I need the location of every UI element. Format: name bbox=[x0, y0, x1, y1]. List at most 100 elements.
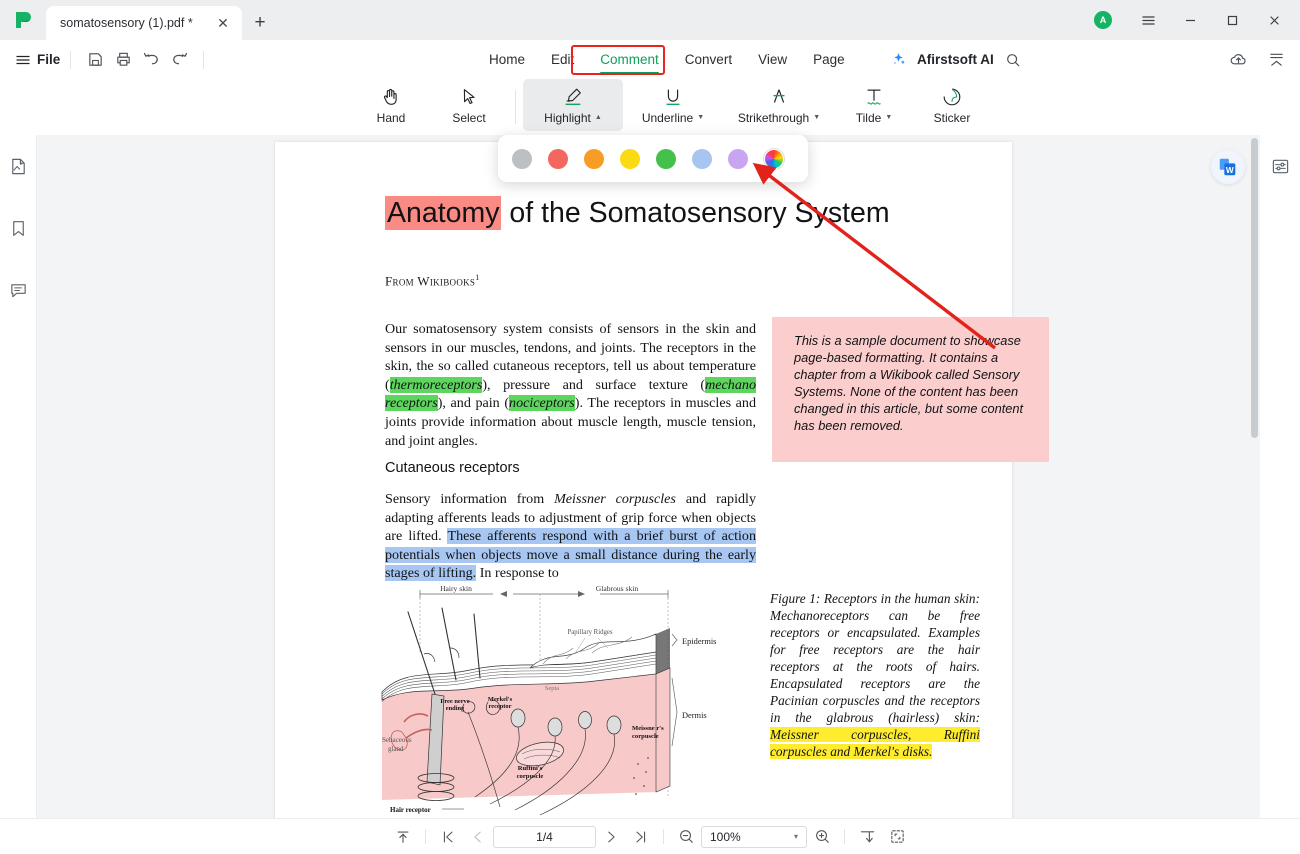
page-number-input[interactable]: 1/4 bbox=[493, 825, 596, 848]
figure-1-skin-anatomy-diagram: Hairy skin Glabrous skin Epidermis Dermi… bbox=[380, 582, 725, 819]
redo-icon[interactable] bbox=[165, 46, 193, 74]
document-paragraph-1: Our somatosensory system consists of sen… bbox=[385, 320, 756, 450]
tool-strikethrough-label: Strikethrough ▼ bbox=[738, 111, 820, 125]
search-button[interactable] bbox=[1005, 40, 1021, 79]
ai-assistant-button[interactable]: Afirstsoft AI bbox=[890, 40, 994, 79]
left-sidebar bbox=[0, 135, 36, 819]
next-page-button[interactable] bbox=[596, 824, 626, 850]
zoom-level-select[interactable]: 100% ▾ bbox=[701, 825, 807, 848]
highlight-color-popup bbox=[498, 135, 808, 182]
tab-view[interactable]: View bbox=[747, 45, 798, 74]
right-sidebar bbox=[1260, 135, 1300, 819]
tab-page[interactable]: Page bbox=[802, 45, 856, 74]
properties-panel-icon bbox=[1272, 159, 1288, 173]
previous-page-button[interactable] bbox=[463, 824, 493, 850]
tab-home[interactable]: Home bbox=[478, 45, 536, 74]
pdf-to-word-badge[interactable]: W bbox=[1211, 150, 1245, 184]
tilde-icon bbox=[867, 89, 881, 105]
tool-highlight-text: Highlight bbox=[544, 110, 591, 125]
chevron-up-icon[interactable]: ▲ bbox=[595, 114, 602, 121]
text-run: ), and pain ( bbox=[437, 395, 510, 412]
sidebar-item-bookmarks[interactable] bbox=[0, 207, 36, 249]
fit-width-button[interactable] bbox=[852, 824, 882, 850]
sidebar-item-thumbnails[interactable] bbox=[0, 145, 36, 187]
properties-panel-button[interactable] bbox=[1260, 145, 1300, 187]
document-title: Anatomy of the Somatosensory System bbox=[385, 196, 985, 230]
hamburger-menu-icon[interactable] bbox=[1128, 3, 1168, 37]
label-meissner-corpuscle: Meissne r's bbox=[632, 725, 664, 732]
minimize-button[interactable] bbox=[1170, 3, 1210, 37]
title-highlighted-word: Anatomy bbox=[385, 196, 502, 230]
first-page-button[interactable] bbox=[433, 824, 463, 850]
callout-text: This is a sample document to showcase pa… bbox=[794, 333, 1024, 433]
text-run: Figure 1: Receptors in the human skin: M… bbox=[770, 591, 980, 725]
tab-comment[interactable]: Comment bbox=[589, 45, 670, 74]
zoom-level-value: 100% bbox=[710, 829, 741, 844]
footnote-marker: 1 bbox=[475, 273, 480, 282]
zoom-out-button[interactable] bbox=[671, 824, 701, 850]
save-icon[interactable] bbox=[81, 46, 109, 74]
user-avatar[interactable]: A bbox=[1094, 11, 1112, 29]
label-epidermis: Epidermis bbox=[682, 637, 716, 646]
ribbon-toolbar: Hand Select Highlight ▲ Underline ▼ Stri… bbox=[0, 79, 1300, 135]
tool-select[interactable]: Select bbox=[430, 79, 508, 131]
color-swatch-green[interactable] bbox=[656, 148, 676, 169]
tool-strikethrough[interactable]: Strikethrough ▼ bbox=[723, 79, 835, 131]
viewer-scrollbar[interactable] bbox=[1251, 135, 1259, 819]
document-tab[interactable]: somatosensory (1).pdf * ✕ bbox=[46, 6, 242, 40]
new-tab-icon[interactable]: + bbox=[242, 6, 278, 40]
undo-icon[interactable] bbox=[137, 46, 165, 74]
search-icon bbox=[1007, 53, 1020, 66]
chevron-down-icon[interactable]: ▼ bbox=[813, 114, 820, 121]
tool-hand[interactable]: Hand bbox=[352, 79, 430, 131]
collapse-ribbon-icon[interactable] bbox=[1262, 46, 1290, 74]
ai-sparkle-icon bbox=[893, 53, 905, 64]
maximize-button[interactable] bbox=[1212, 3, 1252, 37]
tool-underline[interactable]: Underline ▼ bbox=[623, 79, 723, 131]
tool-highlight[interactable]: Highlight ▲ bbox=[523, 79, 623, 131]
zoom-in-button[interactable] bbox=[807, 824, 837, 850]
scroll-to-top-button[interactable] bbox=[388, 824, 418, 850]
thumbnails-icon bbox=[11, 158, 25, 174]
tool-underline-text: Underline bbox=[641, 110, 694, 125]
tool-hand-label: Hand bbox=[376, 110, 406, 125]
color-swatch-red[interactable] bbox=[548, 148, 568, 169]
color-swatch-gray[interactable] bbox=[512, 148, 532, 169]
color-swatch-purple[interactable] bbox=[728, 148, 748, 169]
tool-sticker[interactable]: Sticker bbox=[913, 79, 991, 131]
chevron-down-icon[interactable]: ▼ bbox=[697, 114, 704, 121]
text-run: ), pressure and surface texture ( bbox=[482, 376, 706, 393]
chevron-down-icon[interactable]: ▼ bbox=[885, 114, 892, 121]
scrollbar-thumb[interactable] bbox=[1251, 138, 1258, 438]
close-tab-icon[interactable]: ✕ bbox=[214, 14, 232, 32]
file-menu-button[interactable]: File bbox=[16, 52, 60, 67]
pdf-viewer[interactable]: W Anatomy of the Somatosensory System Fr… bbox=[37, 135, 1260, 819]
color-swatch-custom-picker[interactable] bbox=[764, 148, 784, 169]
ai-assistant-label: Afirstsoft AI bbox=[917, 52, 994, 67]
sidebar-item-comments[interactable] bbox=[0, 269, 36, 311]
text-run: In response to bbox=[476, 565, 559, 582]
label-septa: Septa bbox=[545, 685, 559, 692]
last-page-button[interactable] bbox=[626, 824, 656, 850]
divider bbox=[203, 50, 205, 69]
color-swatch-blue[interactable] bbox=[692, 148, 712, 169]
close-window-button[interactable] bbox=[1254, 3, 1294, 37]
title-rest: of the Somatosensory System bbox=[501, 197, 890, 229]
tool-tilde-text: Tilde bbox=[855, 110, 882, 125]
print-icon[interactable] bbox=[109, 46, 137, 74]
label-hairy-skin: Hairy skin bbox=[440, 584, 472, 593]
tab-convert[interactable]: Convert bbox=[674, 45, 743, 74]
svg-text:corpuscle: corpuscle bbox=[517, 773, 544, 780]
color-swatch-orange[interactable] bbox=[584, 148, 604, 169]
status-bar: 1/4 100% ▾ bbox=[0, 819, 1300, 854]
fit-page-button[interactable] bbox=[882, 824, 912, 850]
application-window: somatosensory (1).pdf * ✕ + A File Home … bbox=[0, 0, 1300, 854]
pdf-page[interactable]: Anatomy of the Somatosensory System From… bbox=[275, 142, 1049, 819]
svg-text:receptor: receptor bbox=[489, 703, 512, 710]
tool-tilde[interactable]: Tilde ▼ bbox=[835, 79, 913, 131]
tab-edit[interactable]: Edit bbox=[540, 45, 585, 74]
cloud-upload-icon[interactable] bbox=[1224, 46, 1252, 74]
document-paragraph-2: Sensory information from Meissner corpus… bbox=[385, 490, 757, 583]
color-swatch-yellow[interactable] bbox=[620, 148, 640, 169]
chevron-down-icon[interactable]: ▾ bbox=[794, 832, 798, 841]
